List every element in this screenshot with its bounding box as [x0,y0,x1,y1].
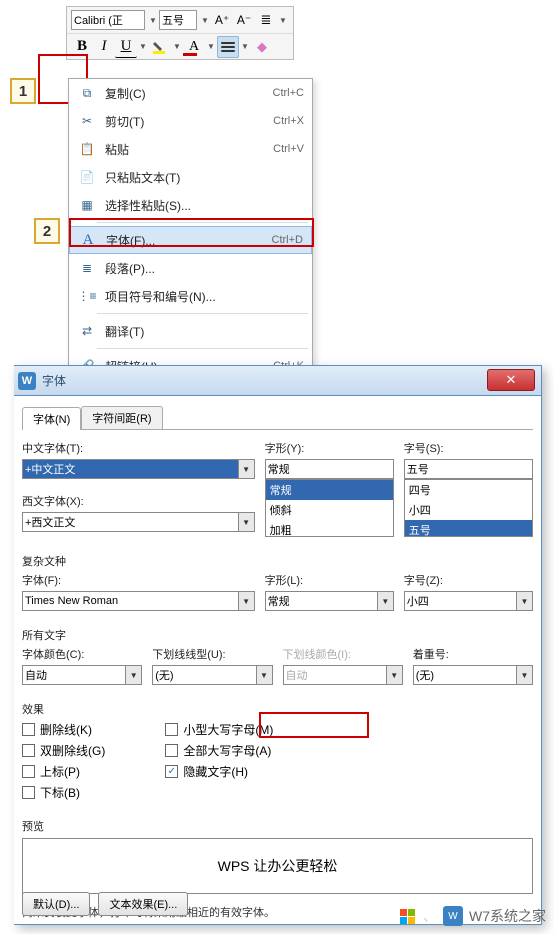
allcaps-checkbox[interactable]: 全部大写字母(A) [165,741,273,759]
size-listbox[interactable]: 四号 小四 五号 [404,479,533,537]
highlight-arrow[interactable]: ▼ [171,36,183,58]
dialog-tabs: 字体(N) 字符间距(R) [22,406,533,430]
callout-2: 2 [34,218,60,244]
watermark-text: W7系统之家 [469,906,546,926]
menu-cut[interactable]: ✂ 剪切(T) Ctrl+X [69,107,312,135]
complex-style-combo[interactable]: 常规▼ [265,591,394,611]
menu-separator [97,222,308,223]
default-button[interactable]: 默认(D)... [22,892,90,916]
menu-bullets[interactable]: ⋮≡ 项目符号和编号(N)... [69,282,312,310]
preview-header: 预览 [22,818,533,834]
color-label: 字体颜色(C): [22,646,142,662]
formatting-toolbar: Calibri (正▼ 五号▼ A⁺ A⁻ ≣▼ B I U▼ ▼ A▼ ▼ ◆ [66,6,294,60]
increase-font-button[interactable]: A⁺ [211,9,233,31]
align-button[interactable] [217,36,239,58]
italic-button[interactable]: I [93,36,115,58]
translate-icon: ⇄ [77,324,97,338]
underline-style-label: 下划线线型(U): [152,646,272,662]
menu-paste-special[interactable]: ▦ 选择性粘贴(S)... [69,191,312,219]
font-icon: A [78,232,98,249]
font-name-selector[interactable]: Calibri (正 [71,10,145,30]
paragraph-icon: ≣ [77,261,97,275]
cn-font-label: 中文字体(T): [22,440,255,456]
preview-area: WPS 让办公更轻松 [22,838,533,894]
size-input[interactable]: 五号 [404,459,533,479]
complex-style-label: 字形(L): [265,572,394,588]
menu-paste[interactable]: 📋 粘贴 Ctrl+V [69,135,312,163]
underline-arrow[interactable]: ▼ [137,36,149,58]
line-spacing-arrow[interactable]: ▼ [277,9,289,31]
smallcaps-checkbox[interactable]: 小型大写字母(M) [165,720,273,738]
complex-header: 复杂文种 [22,553,533,569]
superscript-checkbox[interactable]: 上标(P) [22,762,105,780]
tab-spacing[interactable]: 字符间距(R) [81,406,162,429]
underline-style-combo[interactable]: (无)▼ [152,665,272,685]
app-icon: W [18,372,36,390]
menu-copy[interactable]: ⧉ 复制(C) Ctrl+C [69,79,312,107]
menu-font[interactable]: A 字体(F)... Ctrl+D [69,226,312,254]
line-spacing-button[interactable]: ≣ [255,9,277,31]
paste-special-icon: ▦ [77,198,97,212]
bullets-icon: ⋮≡ [77,289,97,303]
style-input[interactable]: 常规 [265,459,394,479]
dialog-titlebar: W 字体 ✕ [14,366,541,396]
underline-button[interactable]: U [115,36,137,58]
strike-checkbox[interactable]: 删除线(K) [22,720,105,738]
paste-text-icon: 📄 [77,170,97,184]
size-label: 字号(S): [404,440,533,456]
complex-font-label: 字体(F): [22,572,255,588]
complex-size-combo[interactable]: 小四▼ [404,591,533,611]
eraser-button[interactable]: ◆ [251,36,273,58]
context-menu: ⧉ 复制(C) Ctrl+C ✂ 剪切(T) Ctrl+X 📋 粘贴 Ctrl+… [68,78,313,381]
align-arrow[interactable]: ▼ [239,36,251,58]
menu-separator-2 [97,313,308,314]
close-button[interactable]: ✕ [487,369,535,391]
underline-color-combo: 自动▼ [283,665,403,685]
callout-1: 1 [10,78,36,104]
all-text-header: 所有文字 [22,627,533,643]
dialog-title: 字体 [42,372,66,389]
effects-header: 效果 [22,701,533,717]
style-label: 字形(Y): [265,440,394,456]
menu-translate[interactable]: ⇄ 翻译(T) [69,317,312,345]
tab-font[interactable]: 字体(N) [22,407,81,430]
font-size-selector[interactable]: 五号 [159,10,197,30]
watermark-logo-icon: W [443,906,463,926]
hidden-checkbox[interactable]: 隐藏文字(H) [165,762,273,780]
emphasis-label: 着重号: [413,646,533,662]
complex-size-label: 字号(Z): [404,572,533,588]
cn-font-combo[interactable]: +中文正文▼ [22,459,255,479]
menu-paste-text[interactable]: 📄 只粘贴文本(T) [69,163,312,191]
menu-separator-3 [97,348,308,349]
double-strike-checkbox[interactable]: 双删除线(G) [22,741,105,759]
en-font-label: 西文字体(X): [22,493,255,509]
en-font-combo[interactable]: +西文正文▼ [22,512,255,532]
font-color-arrow[interactable]: ▼ [205,36,217,58]
highlight-button[interactable] [149,36,171,58]
font-dialog: W 字体 ✕ 字体(N) 字符间距(R) 中文字体(T): +中文正文▼ 西文字… [14,365,542,925]
decrease-font-button[interactable]: A⁻ [233,9,255,31]
menu-paragraph[interactable]: ≣ 段落(P)... [69,254,312,282]
preview-text: WPS 让办公更轻松 [218,856,338,876]
font-color-button[interactable]: A [183,36,205,58]
emphasis-combo[interactable]: (无)▼ [413,665,533,685]
complex-font-combo[interactable]: Times New Roman▼ [22,591,255,611]
style-listbox[interactable]: 常规 倾斜 加粗 [265,479,394,537]
watermark: 、 W W7系统之家 [400,906,546,926]
font-name-arrow[interactable]: ▼ [147,9,159,31]
color-combo[interactable]: 自动▼ [22,665,142,685]
font-size-arrow[interactable]: ▼ [199,9,211,31]
cut-icon: ✂ [77,114,97,128]
copy-icon: ⧉ [77,86,97,101]
paste-icon: 📋 [77,142,97,156]
text-effect-button[interactable]: 文本效果(E)... [98,892,188,916]
subscript-checkbox[interactable]: 下标(B) [22,783,105,801]
underline-color-label: 下划线颜色(I): [283,646,403,662]
